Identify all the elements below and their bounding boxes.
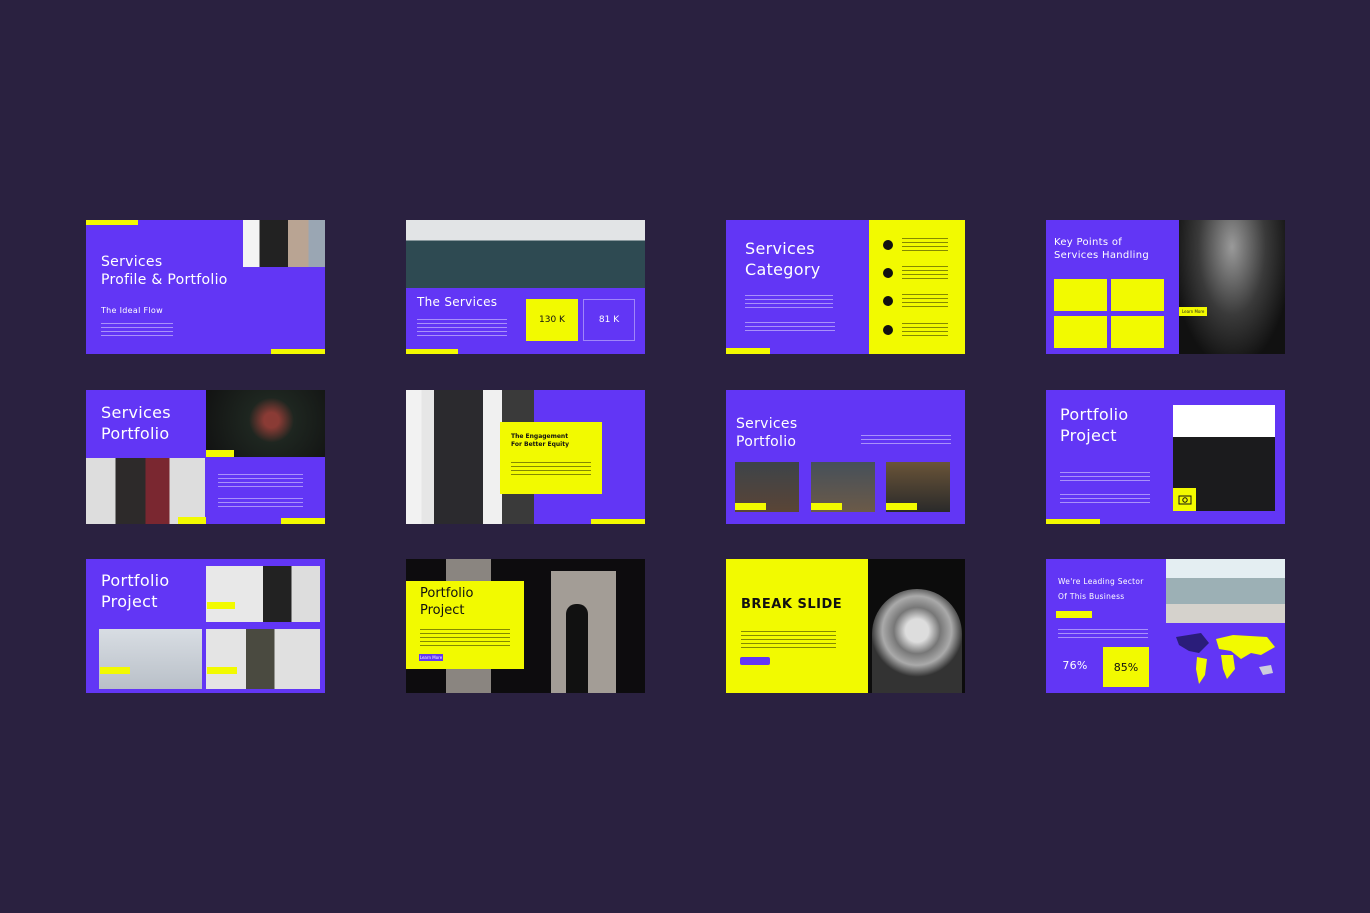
slide-services-portfolio-2[interactable]: Services Portfolio xyxy=(726,390,965,524)
body-text xyxy=(745,295,833,309)
accent-bar xyxy=(726,348,770,354)
gear-icon xyxy=(883,240,893,250)
key-point-card xyxy=(1054,279,1107,311)
stat-box-2: 81 K xyxy=(583,299,635,341)
body-text xyxy=(218,498,303,508)
building-photo xyxy=(406,220,645,288)
photo-tag xyxy=(207,667,237,674)
item-text xyxy=(902,238,948,252)
photo-tag xyxy=(886,503,917,510)
stat-1: 76% xyxy=(1054,651,1096,681)
stat-value: 85% xyxy=(1113,660,1139,674)
body-text xyxy=(101,323,173,337)
slide-title: Key Points of Services Handling xyxy=(1054,237,1150,261)
slide-leading-sector[interactable]: We're Leading Sector Of This Business 76… xyxy=(1046,559,1285,693)
portrait-photo xyxy=(206,629,320,689)
question-icon xyxy=(883,268,893,278)
slide-the-services[interactable]: The Services 130 K 81 K xyxy=(406,220,645,354)
photo-tag xyxy=(206,450,234,457)
slide-portfolio-project-2[interactable]: Portfolio Project xyxy=(86,559,325,693)
item-text xyxy=(902,266,948,280)
accent-bar xyxy=(591,519,645,524)
body-text xyxy=(420,629,510,647)
yellow-panel xyxy=(726,559,868,693)
slide-title: We're Leading Sector Of This Business xyxy=(1058,577,1144,601)
stat-value: 81 K xyxy=(598,315,620,325)
slide-title: Services Category xyxy=(745,239,821,279)
slide-portfolio-project-3[interactable]: Portfolio Project Learn More xyxy=(406,559,645,693)
slide-title: Services Portfolio xyxy=(101,403,171,443)
statue-photo xyxy=(872,589,962,693)
body-text xyxy=(417,319,507,336)
team-photo xyxy=(86,458,205,524)
market-tag xyxy=(1056,611,1092,618)
key-point-card xyxy=(1054,316,1107,348)
accent-bar xyxy=(1046,519,1100,524)
chart-icon xyxy=(883,296,893,306)
photo-tag xyxy=(178,517,206,524)
body-text xyxy=(741,631,836,648)
slide-services-category[interactable]: Services Category xyxy=(726,220,965,354)
accent-bar xyxy=(281,518,325,524)
card-text xyxy=(511,462,591,475)
learn-more-button[interactable]: Learn More xyxy=(1179,307,1208,316)
slide-title: Portfolio Project xyxy=(420,586,474,618)
stat-box-1: 130 K xyxy=(526,299,578,341)
photo-tag xyxy=(735,503,766,510)
videographer-photo xyxy=(206,566,320,622)
stat-box-2: 85% xyxy=(1103,647,1149,687)
walker-photo xyxy=(99,629,202,689)
slide-services-portfolio[interactable]: Services Portfolio xyxy=(86,390,325,524)
silhouette xyxy=(566,604,588,693)
slide-title: Portfolio Project xyxy=(1060,405,1129,445)
photographer-photo xyxy=(243,220,325,267)
silhouette-photo xyxy=(1179,220,1285,354)
slide-subtitle: The Ideal Flow xyxy=(101,306,163,315)
photo-tag xyxy=(100,667,130,674)
stat-value: 76% xyxy=(1062,658,1088,672)
slide-title: Services Portfolio xyxy=(736,416,798,451)
accent-bar xyxy=(406,349,458,354)
camera-icon xyxy=(1173,488,1196,511)
body-text xyxy=(861,435,951,447)
item-text xyxy=(902,294,948,308)
accent-bar xyxy=(271,349,325,354)
accent-bar xyxy=(86,220,138,225)
item-text xyxy=(902,323,948,337)
key-point-card xyxy=(1111,316,1164,348)
body-text xyxy=(218,474,303,488)
bulb-icon xyxy=(883,325,893,335)
card-title: The Engagement For Better Equity xyxy=(511,433,570,448)
slide-title: Portfolio Project xyxy=(101,571,170,611)
body-text xyxy=(1058,629,1148,641)
slide-services-profile[interactable]: Services Profile & Portfolio The Ideal F… xyxy=(86,220,325,354)
slide-engagement[interactable]: The Engagement For Better Equity xyxy=(406,390,645,524)
slide-key-points[interactable]: Key Points of Services Handling Learn Mo… xyxy=(1046,220,1285,354)
slide-title: BREAK SLIDE xyxy=(741,597,843,612)
world-map xyxy=(1176,633,1275,684)
slide-title: Services Profile & Portfolio xyxy=(101,254,228,289)
photo-tag xyxy=(207,602,235,609)
photo-tag xyxy=(811,503,842,510)
body-text xyxy=(1060,472,1150,484)
stat-value: 130 K xyxy=(539,315,565,325)
cta-button[interactable] xyxy=(740,657,770,665)
team-photo xyxy=(1166,559,1285,623)
body-text xyxy=(1060,494,1150,506)
key-point-card xyxy=(1111,279,1164,311)
slide-portfolio-project[interactable]: Portfolio Project xyxy=(1046,390,1285,524)
office-photo xyxy=(206,390,325,457)
slide-title: The Services xyxy=(417,295,498,309)
slide-break[interactable]: BREAK SLIDE xyxy=(726,559,965,693)
learn-more-button[interactable]: Learn More xyxy=(419,654,443,661)
body-text xyxy=(745,322,835,332)
